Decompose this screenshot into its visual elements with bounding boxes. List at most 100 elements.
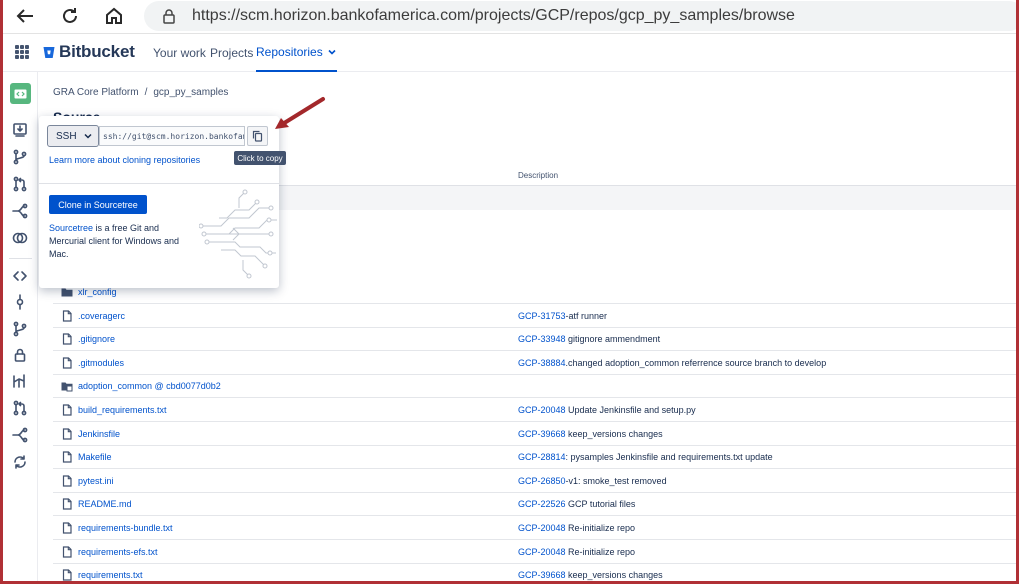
file-name-link[interactable]: Jenkinsfile xyxy=(78,429,120,439)
table-row[interactable]: .gitmodules GCP-38884.changed adoption_co… xyxy=(53,351,1016,375)
file-icon xyxy=(61,451,73,463)
table-row[interactable]: adoption_common @ cbd0077d0b2 xyxy=(53,374,1016,399)
file-name-link[interactable]: .gitignore xyxy=(78,334,115,344)
app-switcher-icon[interactable] xyxy=(15,45,29,59)
table-row[interactable]: build_requirements.txt GCP-20048 Update J… xyxy=(53,398,1016,422)
breadcrumb-project[interactable]: GRA Core Platform xyxy=(53,87,139,98)
sidebar-commits[interactable] xyxy=(11,293,29,311)
issue-key-link[interactable]: GCP-38884 xyxy=(518,358,566,368)
issue-key-link[interactable]: GCP-20048 xyxy=(518,405,566,415)
branches-icon xyxy=(13,321,27,337)
sidebar-sync[interactable] xyxy=(11,453,29,471)
table-row[interactable]: requirements-efs.txt GCP-20048 Re-initial… xyxy=(53,540,1016,564)
nav-repositories[interactable]: Repositories xyxy=(256,34,337,72)
sidebar-source[interactable] xyxy=(11,267,29,285)
protocol-value: SSH xyxy=(56,130,77,142)
sidebar-create-pull-request[interactable] xyxy=(11,175,29,193)
breadcrumb-repo[interactable]: gcp_py_samples xyxy=(153,87,228,98)
file-name-link[interactable]: Makefile xyxy=(78,452,112,462)
table-row[interactable]: .gitignore GCP-33948 gitignore ammendment xyxy=(53,327,1016,352)
annotation-arrow-icon xyxy=(275,97,325,129)
issue-key-link[interactable]: GCP-22526 xyxy=(518,499,566,509)
copy-button[interactable] xyxy=(247,126,268,146)
file-name-link[interactable]: .gitmodules xyxy=(78,358,124,368)
file-name-link[interactable]: requirements.txt xyxy=(78,570,143,580)
commit-description: GCP-39668 keep_versions changes xyxy=(518,570,663,580)
nav-projects[interactable]: Projects xyxy=(210,34,253,72)
clone-popup: SSH ssh://git@scm.horizon.bankofamer Lea… xyxy=(39,116,279,288)
file-name-link[interactable]: pytest.ini xyxy=(78,476,114,486)
issue-key-link[interactable]: GCP-39668 xyxy=(518,570,566,580)
sidebar-branches[interactable] xyxy=(11,320,29,338)
copy-tooltip: Click to copy xyxy=(234,151,286,165)
file-name-link[interactable]: .coveragerc xyxy=(78,311,125,321)
learn-cloning-link[interactable]: Learn more about cloning repositories xyxy=(49,155,200,165)
lock-icon xyxy=(14,348,26,362)
table-row[interactable]: pytest.ini GCP-26850-v1: smoke_test remov… xyxy=(53,469,1016,493)
back-button[interactable] xyxy=(11,4,39,28)
chevron-down-icon xyxy=(328,49,336,55)
sidebar-tags[interactable] xyxy=(11,372,29,390)
repository-avatar[interactable] xyxy=(10,83,31,104)
issue-key-link[interactable]: GCP-26850 xyxy=(518,476,566,486)
issue-key-link[interactable]: GCP-33948 xyxy=(518,334,566,344)
issue-key-link[interactable]: GCP-39668 xyxy=(518,429,566,439)
file-icon xyxy=(61,545,73,558)
file-name-link[interactable]: build_requirements.txt xyxy=(78,405,167,415)
protocol-select[interactable]: SSH xyxy=(47,125,99,147)
file-icon xyxy=(61,357,73,369)
file-icon xyxy=(61,498,73,510)
description-column-header: Description xyxy=(518,171,559,180)
sidebar-fork[interactable] xyxy=(11,202,29,220)
home-icon xyxy=(106,7,122,24)
nav-your-work[interactable]: Your work xyxy=(153,34,206,72)
commit-description: GCP-31753-atf runner xyxy=(518,311,607,321)
commit-description: GCP-26850-v1: smoke_test removed xyxy=(518,476,667,486)
sourcetree-link[interactable]: Sourcetree xyxy=(49,223,93,233)
table-row[interactable]: Jenkinsfile GCP-39668 keep_versions chang… xyxy=(53,422,1016,446)
address-bar[interactable]: https://scm.horizon.bankofamerica.com/pr… xyxy=(144,1,1016,31)
browser-toolbar: https://scm.horizon.bankofamerica.com/pr… xyxy=(3,0,1016,34)
issue-key-link[interactable]: GCP-28814 xyxy=(518,452,566,462)
commit-message: GCP tutorial files xyxy=(565,499,636,510)
issue-key-link[interactable]: GCP-20048 xyxy=(518,523,566,533)
issue-key-link[interactable]: GCP-31753 xyxy=(518,311,566,321)
chevron-down-icon xyxy=(84,133,92,139)
compare-icon xyxy=(12,232,28,244)
graph-icon xyxy=(13,374,25,388)
commit-description: GCP-20048 Re-initialize repo xyxy=(518,547,635,557)
sidebar-pull-requests[interactable] xyxy=(11,399,29,417)
bitbucket-logo[interactable]: Bitbucket xyxy=(43,42,135,62)
file-name-link[interactable]: xlr_config xyxy=(78,287,117,297)
sidebar-divider xyxy=(9,258,32,259)
sidebar-create-branch[interactable] xyxy=(11,148,29,166)
submodule-icon xyxy=(61,380,73,392)
table-row[interactable]: Makefile GCP-28814: pysamples Jenkinsfile… xyxy=(53,445,1016,470)
sidebar-compare[interactable] xyxy=(11,229,29,247)
file-icon xyxy=(61,522,73,534)
table-row[interactable]: requirements.txt GCP-39668 keep_versions … xyxy=(53,563,1016,581)
table-row[interactable]: requirements-bundle.txt GCP-20048 Re-init… xyxy=(53,516,1016,540)
sidebar-clone[interactable] xyxy=(11,121,29,139)
file-name-link[interactable]: requirements-bundle.txt xyxy=(78,523,173,533)
clone-in-sourcetree-button[interactable]: Clone in Sourcetree xyxy=(49,195,147,214)
commit-description: GCP-38884.changed adoption_common referr… xyxy=(518,358,826,368)
issue-key-link[interactable]: GCP-20048 xyxy=(518,547,566,557)
code-avatar-icon xyxy=(14,89,27,98)
commit-message: keep_versions changes xyxy=(565,570,663,581)
reload-button[interactable] xyxy=(56,4,84,28)
file-name-link[interactable]: requirements-efs.txt xyxy=(78,547,158,557)
home-button[interactable] xyxy=(100,4,128,28)
file-name-link[interactable]: README.md xyxy=(78,499,132,509)
file-name-link[interactable]: adoption_common @ cbd0077d0b2 xyxy=(78,381,221,391)
commit-description: GCP-20048 Update Jenkinsfile and setup.p… xyxy=(518,405,696,415)
file-icon xyxy=(61,333,73,345)
table-row[interactable]: README.md GCP-22526 GCP tutorial files xyxy=(53,492,1016,517)
reload-icon xyxy=(63,8,77,23)
commit-description: GCP-39668 keep_versions changes xyxy=(518,429,663,439)
source-code-icon xyxy=(13,271,27,281)
sidebar-access-keys[interactable] xyxy=(11,346,29,364)
sidebar-forks[interactable] xyxy=(11,426,29,444)
clone-url-field[interactable]: ssh://git@scm.horizon.bankofamer xyxy=(99,126,245,146)
table-row[interactable]: .coveragerc GCP-31753-atf runner xyxy=(53,304,1016,328)
